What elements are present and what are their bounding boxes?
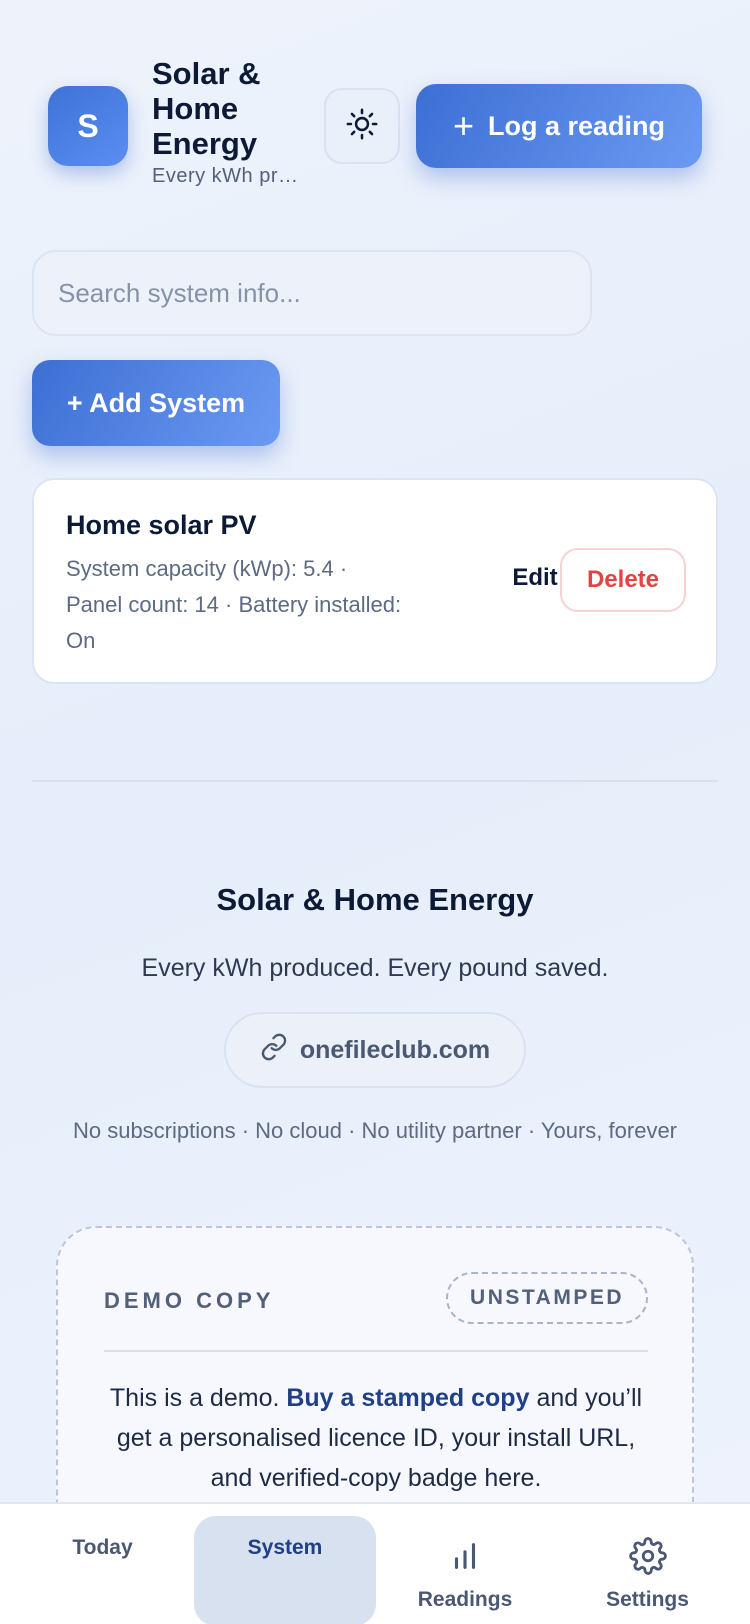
search-field[interactable] — [32, 250, 592, 336]
buy-stamped-copy-link[interactable]: Buy a stamped copy — [286, 1384, 529, 1412]
sun-icon — [345, 107, 379, 146]
nav-tab-system[interactable]: System — [194, 1516, 376, 1624]
demo-text-prefix: This is a demo. — [109, 1384, 287, 1412]
system-card: Home solar PV System capacity (kWp): 5.4… — [32, 478, 718, 684]
unstamped-badge: UNSTAMPED — [446, 1272, 648, 1324]
nav-tab-today[interactable]: Today — [20, 1504, 185, 1624]
nav-tab-readings-label: Readings — [417, 1588, 513, 1611]
add-system-button[interactable]: + Add System — [32, 360, 280, 446]
system-details: System capacity (kWp): 5.4 · Panel count… — [66, 556, 402, 653]
footer-note: No subscriptions · No cloud · No utility… — [72, 1118, 678, 1143]
nav-tab-settings-label: Settings — [606, 1588, 689, 1611]
theme-toggle-button[interactable] — [324, 88, 400, 164]
brand: Solar & Home Energy Every kWh produced. … — [152, 56, 302, 188]
app-title: Solar & Home Energy — [152, 56, 261, 161]
nav-tab-readings[interactable]: Readings — [385, 1504, 545, 1624]
footer-tagline: Every kWh produced. Every pound saved. — [141, 954, 609, 982]
link-icon — [260, 1033, 288, 1068]
page: S Solar & Home Energy Every kWh produced… — [0, 0, 750, 1624]
site-link-label: onefileclub.com — [299, 1035, 491, 1064]
bottom-nav: Today System Readings Settings — [0, 1502, 750, 1624]
section-divider — [32, 780, 718, 782]
demo-divider — [104, 1350, 648, 1352]
app-logo: S — [48, 86, 128, 166]
bar-chart-icon — [448, 1534, 482, 1578]
system-name: Home solar PV — [66, 510, 257, 540]
nav-tab-settings[interactable]: Settings — [560, 1504, 735, 1624]
plus-icon: + — [452, 105, 474, 146]
nav-tab-today-label: Today — [72, 1536, 133, 1559]
delete-system-button[interactable]: Delete — [560, 548, 686, 612]
demo-text: This is a demo. Buy a stamped copy and y… — [104, 1378, 648, 1498]
app-header: S Solar & Home Energy Every kWh produced… — [48, 56, 702, 196]
log-reading-button[interactable]: + Log a reading — [416, 84, 702, 168]
gear-icon — [628, 1534, 667, 1578]
site-link[interactable]: onefileclub.com — [224, 1012, 526, 1088]
app-subtitle: Every kWh produced. Every pound saved. — [152, 165, 302, 187]
log-reading-label: Log a reading — [488, 110, 666, 141]
search-input[interactable] — [58, 277, 566, 309]
nav-tab-system-label: System — [247, 1536, 323, 1559]
demo-copy-label: DEMO COPY — [104, 1288, 275, 1313]
footer-title: Solar & Home Energy — [216, 882, 534, 917]
